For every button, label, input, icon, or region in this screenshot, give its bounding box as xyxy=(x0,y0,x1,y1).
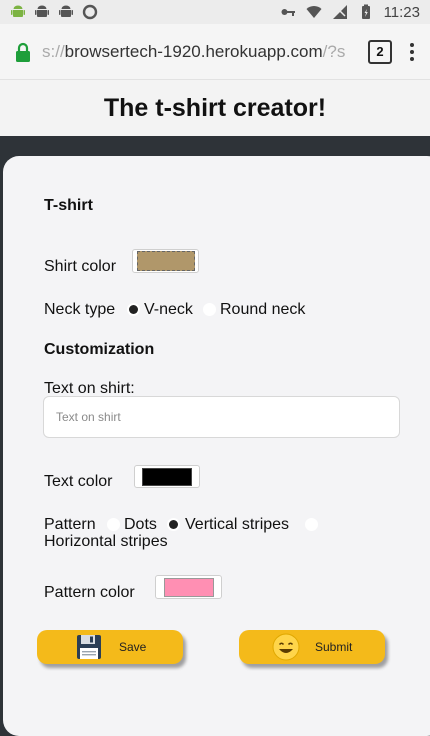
wifi-icon xyxy=(306,6,322,18)
submit-button-label: Submit xyxy=(315,640,353,654)
pattern-color-label: Pattern color xyxy=(44,584,135,601)
neck-type-label: Neck type xyxy=(44,301,116,318)
shirt-color-swatch xyxy=(136,251,195,271)
battery-icon xyxy=(361,4,370,19)
status-left-icons xyxy=(10,4,98,20)
dots-label: Dots xyxy=(124,516,157,533)
pattern-color-swatch xyxy=(163,577,214,597)
text-on-shirt-input[interactable] xyxy=(43,396,400,438)
text-color-swatch xyxy=(142,467,192,486)
url-rest: /?s xyxy=(322,41,346,61)
vertical-stripes-label: Vertical stripes xyxy=(185,516,290,533)
smiley-icon xyxy=(272,633,300,661)
horizontal-stripes-radio[interactable] xyxy=(305,518,318,531)
status-bar: 11:23 xyxy=(0,0,430,24)
tshirt-heading: T-shirt xyxy=(44,197,93,214)
text-color-picker[interactable] xyxy=(134,465,200,488)
round-neck-label: Round neck xyxy=(220,301,306,318)
signal-icon xyxy=(332,5,347,19)
tab-switcher-button[interactable]: 2 xyxy=(368,39,392,64)
round-neck-radio[interactable] xyxy=(203,303,216,316)
url-host: browsertech-1920.herokuapp.com xyxy=(64,41,323,61)
pattern-color-picker[interactable] xyxy=(155,575,222,599)
lock-icon xyxy=(16,42,30,62)
circle-icon xyxy=(82,4,98,20)
page-header: The t-shirt creator! xyxy=(0,80,430,136)
floppy-disk-icon xyxy=(77,635,101,659)
customization-heading: Customization xyxy=(44,341,155,358)
vertical-stripes-radio[interactable] xyxy=(167,518,180,531)
browser-toolbar: s://browsertech-1920.herokuapp.com/?s 2 xyxy=(0,24,430,80)
submit-button[interactable]: Submit xyxy=(239,630,385,664)
status-time: 11:23 xyxy=(383,3,420,21)
text-color-label: Text color xyxy=(44,473,113,490)
save-button[interactable]: Save xyxy=(37,630,183,664)
save-button-label: Save xyxy=(119,640,147,654)
address-bar[interactable]: s://browsertech-1920.herokuapp.com/?s xyxy=(42,42,358,62)
status-right-icons: 11:23 xyxy=(280,4,420,21)
key-icon xyxy=(281,9,295,16)
v-neck-radio[interactable] xyxy=(127,303,140,316)
android-icon xyxy=(11,5,25,17)
shirt-color-picker[interactable] xyxy=(132,249,199,273)
dots-radio[interactable] xyxy=(107,518,120,531)
pattern-label: Pattern xyxy=(44,516,96,533)
page-title: The t-shirt creator! xyxy=(103,93,327,122)
android-icon xyxy=(59,5,73,17)
horizontal-stripes-label: Horizontal stripes xyxy=(44,533,168,550)
browser-menu-button[interactable] xyxy=(406,42,418,61)
v-neck-label: V-neck xyxy=(144,301,193,318)
android-icon xyxy=(35,5,49,17)
url-prefix: s:// xyxy=(42,41,65,61)
shirt-color-label: Shirt color xyxy=(44,258,117,275)
